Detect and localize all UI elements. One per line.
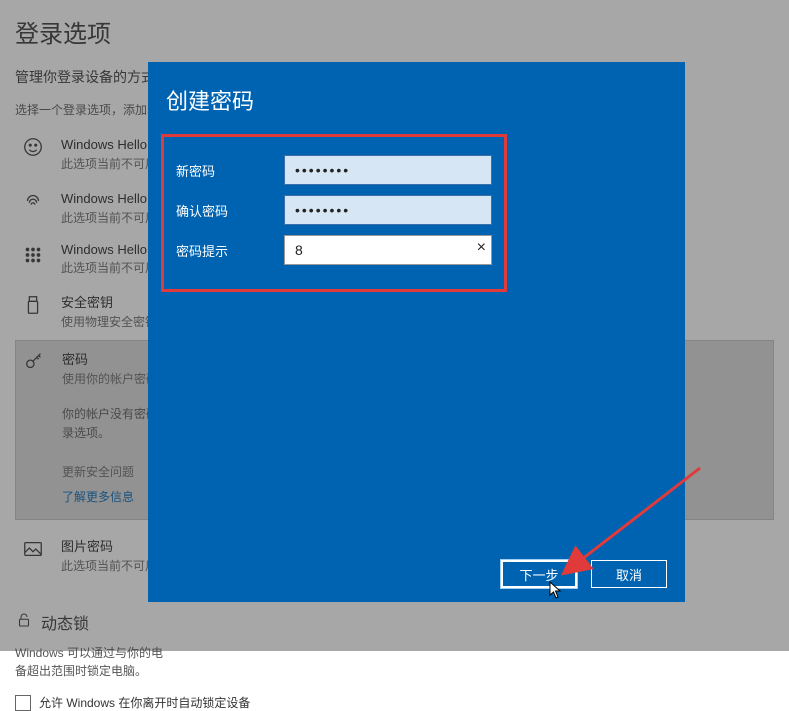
row-new-password: 新密码 bbox=[176, 155, 492, 185]
confirm-password-input[interactable] bbox=[284, 195, 492, 225]
highlighted-form-area: 新密码 确认密码 密码提示 × bbox=[161, 134, 507, 292]
confirm-password-label: 确认密码 bbox=[176, 201, 284, 220]
row-confirm-password: 确认密码 bbox=[176, 195, 492, 225]
row-password-hint: 密码提示 × bbox=[176, 235, 492, 265]
modal-button-row: 下一步 取消 bbox=[501, 560, 667, 588]
clear-hint-icon[interactable]: × bbox=[477, 239, 486, 257]
password-hint-label: 密码提示 bbox=[176, 241, 284, 260]
checkbox-icon[interactable] bbox=[15, 695, 31, 711]
new-password-input[interactable] bbox=[284, 155, 492, 185]
next-button[interactable]: 下一步 bbox=[501, 560, 577, 588]
password-hint-input[interactable] bbox=[284, 235, 492, 265]
modal-title: 创建密码 bbox=[166, 84, 667, 116]
new-password-label: 新密码 bbox=[176, 161, 284, 180]
cancel-button[interactable]: 取消 bbox=[591, 560, 667, 588]
dynamic-lock-checkbox-label: 允许 Windows 在你离开时自动锁定设备 bbox=[39, 694, 250, 711]
dynamic-lock-checkbox-row[interactable]: 允许 Windows 在你离开时自动锁定设备 bbox=[15, 694, 774, 711]
create-password-modal: 创建密码 新密码 确认密码 密码提示 × 下一步 取消 bbox=[148, 62, 685, 602]
